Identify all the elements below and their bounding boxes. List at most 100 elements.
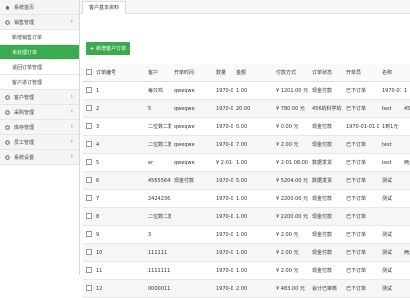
table-cell: ¥ 2200.00 元 <box>273 189 309 208</box>
row-checkbox[interactable] <box>86 212 92 219</box>
sidebar: 系统首页 销售管理 › 新增销售订单 未处理订单 退回订单管理 客户进订管理 客户管理 › 采购管… <box>0 0 80 275</box>
table-cell: 1970-01-01 08:00 <box>213 135 233 154</box>
table-row[interactable]: 1每只鸡qweqwe1970-01-01 08:001.00¥ 1201.00 … <box>83 81 410 100</box>
table-cell: 1.00 <box>233 225 273 244</box>
row-checkbox[interactable] <box>86 140 92 147</box>
table-cell: 已下订单 <box>343 189 379 208</box>
row-select-cell <box>83 135 93 154</box>
column-header: 数量 <box>213 64 233 82</box>
table-cell: 5 <box>93 153 145 172</box>
chevron-right-icon: › <box>70 93 73 100</box>
table-row[interactable]: 93 1970-01-01 08:001.00¥ 2.00 元现金付款已下订单测试… <box>83 225 410 244</box>
row-select-cell <box>83 117 93 136</box>
sidebar-item-label: 采购管理 <box>14 109 35 116</box>
table-cell <box>401 261 410 280</box>
table-cell: 二位数二数元 <box>145 207 171 226</box>
sidebar-item[interactable]: 退回订单管理 <box>0 60 79 75</box>
table-cell: qweqwe <box>171 117 213 136</box>
sidebar-item[interactable]: 未处理订单 <box>0 45 79 60</box>
table-cell: 测试 <box>379 225 401 244</box>
sidebar-item[interactable]: 采购管理 › <box>0 105 79 120</box>
row-checkbox[interactable] <box>86 266 92 273</box>
table-cell: 1.00 <box>233 153 273 172</box>
table-cell <box>401 189 410 208</box>
table-cell: 1 <box>93 81 145 100</box>
table-cell: 已下订单 <box>343 135 379 154</box>
table-cell: 已下订单 <box>343 243 379 262</box>
sidebar-item[interactable]: 客户管理 › <box>0 90 79 105</box>
table-cell <box>401 171 410 190</box>
row-checkbox[interactable] <box>86 158 92 165</box>
table-cell: ¥ 2.00 元 <box>273 261 309 280</box>
table-cell: 2.00 <box>233 279 273 298</box>
table-cell: 11 <box>93 261 145 280</box>
table-cell: 1到1元 <box>379 117 401 136</box>
sidebar-item-label: 客户进订管理 <box>12 79 43 86</box>
main-content: 客户基本资料 + 新增客户订单 订单编号 客户 开单时间 数量 金额 付款方式 订单状态 开单… <box>80 0 410 298</box>
row-checkbox[interactable] <box>86 176 92 183</box>
row-checkbox[interactable] <box>86 230 92 237</box>
sidebar-item[interactable]: 员工管理 › <box>0 135 79 150</box>
sidebar-item-label: 员工管理 <box>14 139 35 146</box>
column-header: 订单编号 <box>93 64 145 82</box>
table-cell <box>401 225 410 244</box>
table-cell: 1970-01-01 08:00 <box>343 117 379 136</box>
row-select-cell <box>83 243 93 262</box>
table-cell: 现金付款 <box>309 81 343 100</box>
table-cell: 7 <box>93 189 145 208</box>
table-row[interactable]: 6456556456456现金付款1970-01-01 08:005.00¥ 5… <box>83 171 410 190</box>
table-row[interactable]: 4二位数二数元qweqwe1970-01-01 08:007.00¥ 2.00 … <box>83 135 410 154</box>
table-row[interactable]: 1111111111 1970-01-01 08:001.00¥ 2.00 元现金… <box>83 261 410 280</box>
table-cell: 1970-01-01 08:00 <box>379 81 401 100</box>
table-cell: 两大生 <box>401 153 410 172</box>
home-icon <box>5 5 10 10</box>
column-header: 订单状态 <box>309 64 343 82</box>
sidebar-item-label: 退回订单管理 <box>12 64 43 71</box>
table-cell <box>171 207 213 226</box>
sidebar-item[interactable]: 销售管理 › <box>0 15 79 30</box>
plus-icon: + <box>89 45 95 52</box>
row-checkbox[interactable] <box>86 194 92 201</box>
sidebar-item[interactable]: 系统设置 › <box>0 150 79 165</box>
table-row[interactable]: 10111111 1970-01-01 08:001.00¥ 2.00 元现金付款… <box>83 243 410 262</box>
chevron-right-icon: › <box>70 123 73 130</box>
table-cell: 1970-01-01 08:00 <box>213 99 233 118</box>
tab-customer-info[interactable]: 客户基本资料 <box>82 0 127 14</box>
table-cell: 3 <box>93 117 145 136</box>
table-cell: 1.00 <box>233 189 273 208</box>
table-cell: 1970-01-01 08:00 <box>213 243 233 262</box>
table-cell: 1970-01-01 08:00 <box>213 225 233 244</box>
table-cell: 45礼生 <box>401 99 410 118</box>
table-cell: 二位数二数元 <box>145 135 171 154</box>
table-row[interactable]: 12000001111 1970-01-01 08:002.00¥ 483.00 … <box>83 279 410 298</box>
row-checkbox[interactable] <box>86 122 92 129</box>
table-cell: 测试 <box>379 261 401 280</box>
table-cell: 9 <box>93 225 145 244</box>
row-checkbox[interactable] <box>86 284 92 291</box>
sidebar-item[interactable]: 新增销售订单 <box>0 30 79 45</box>
table-cell: 111111 <box>145 243 171 262</box>
table-cell: ¥ 2200.00 元 <box>273 207 309 226</box>
table-cell: 6 <box>93 171 145 190</box>
add-order-button[interactable]: + 新增客户订单 <box>86 42 130 55</box>
row-checkbox[interactable] <box>86 86 92 93</box>
table-row[interactable]: 72424236.00 元 1970-01-01 08:001.00¥ 2200.… <box>83 189 410 208</box>
table-cell: 现金付款 <box>309 261 343 280</box>
row-select-cell <box>83 225 93 244</box>
chevron-right-icon: › <box>70 138 73 145</box>
table-row[interactable]: 3二位数二数元qweqwe1970-01-01 08:000.00¥ 0.00 … <box>83 117 410 136</box>
table-row[interactable]: 5erqweqwe¥ 2-01-01 08:001.00¥ 2-01 08:00… <box>83 153 410 172</box>
row-checkbox[interactable] <box>86 248 92 255</box>
sidebar-item[interactable]: 客户进订管理 <box>0 75 79 90</box>
gear-icon <box>5 124 10 130</box>
row-checkbox[interactable] <box>86 104 92 111</box>
sidebar-item-label: 库存管理 <box>14 124 35 131</box>
select-all-checkbox[interactable] <box>86 68 92 75</box>
table-row[interactable]: 8二位数二数元 1970-01-01 08:001.00¥ 2200.00 元现金… <box>83 207 410 226</box>
chevron-right-icon: › <box>70 18 73 25</box>
table-cell: 1970-01-01 08:00 <box>213 261 233 280</box>
table-row[interactable]: 25qweqwe1970-01-01 08:0020.00¥ 780.00 元4… <box>83 99 410 118</box>
sidebar-item[interactable]: 系统首页 <box>0 0 79 15</box>
table-cell: 已下订单 <box>343 261 379 280</box>
sidebar-item[interactable]: 库存管理 › <box>0 120 79 135</box>
